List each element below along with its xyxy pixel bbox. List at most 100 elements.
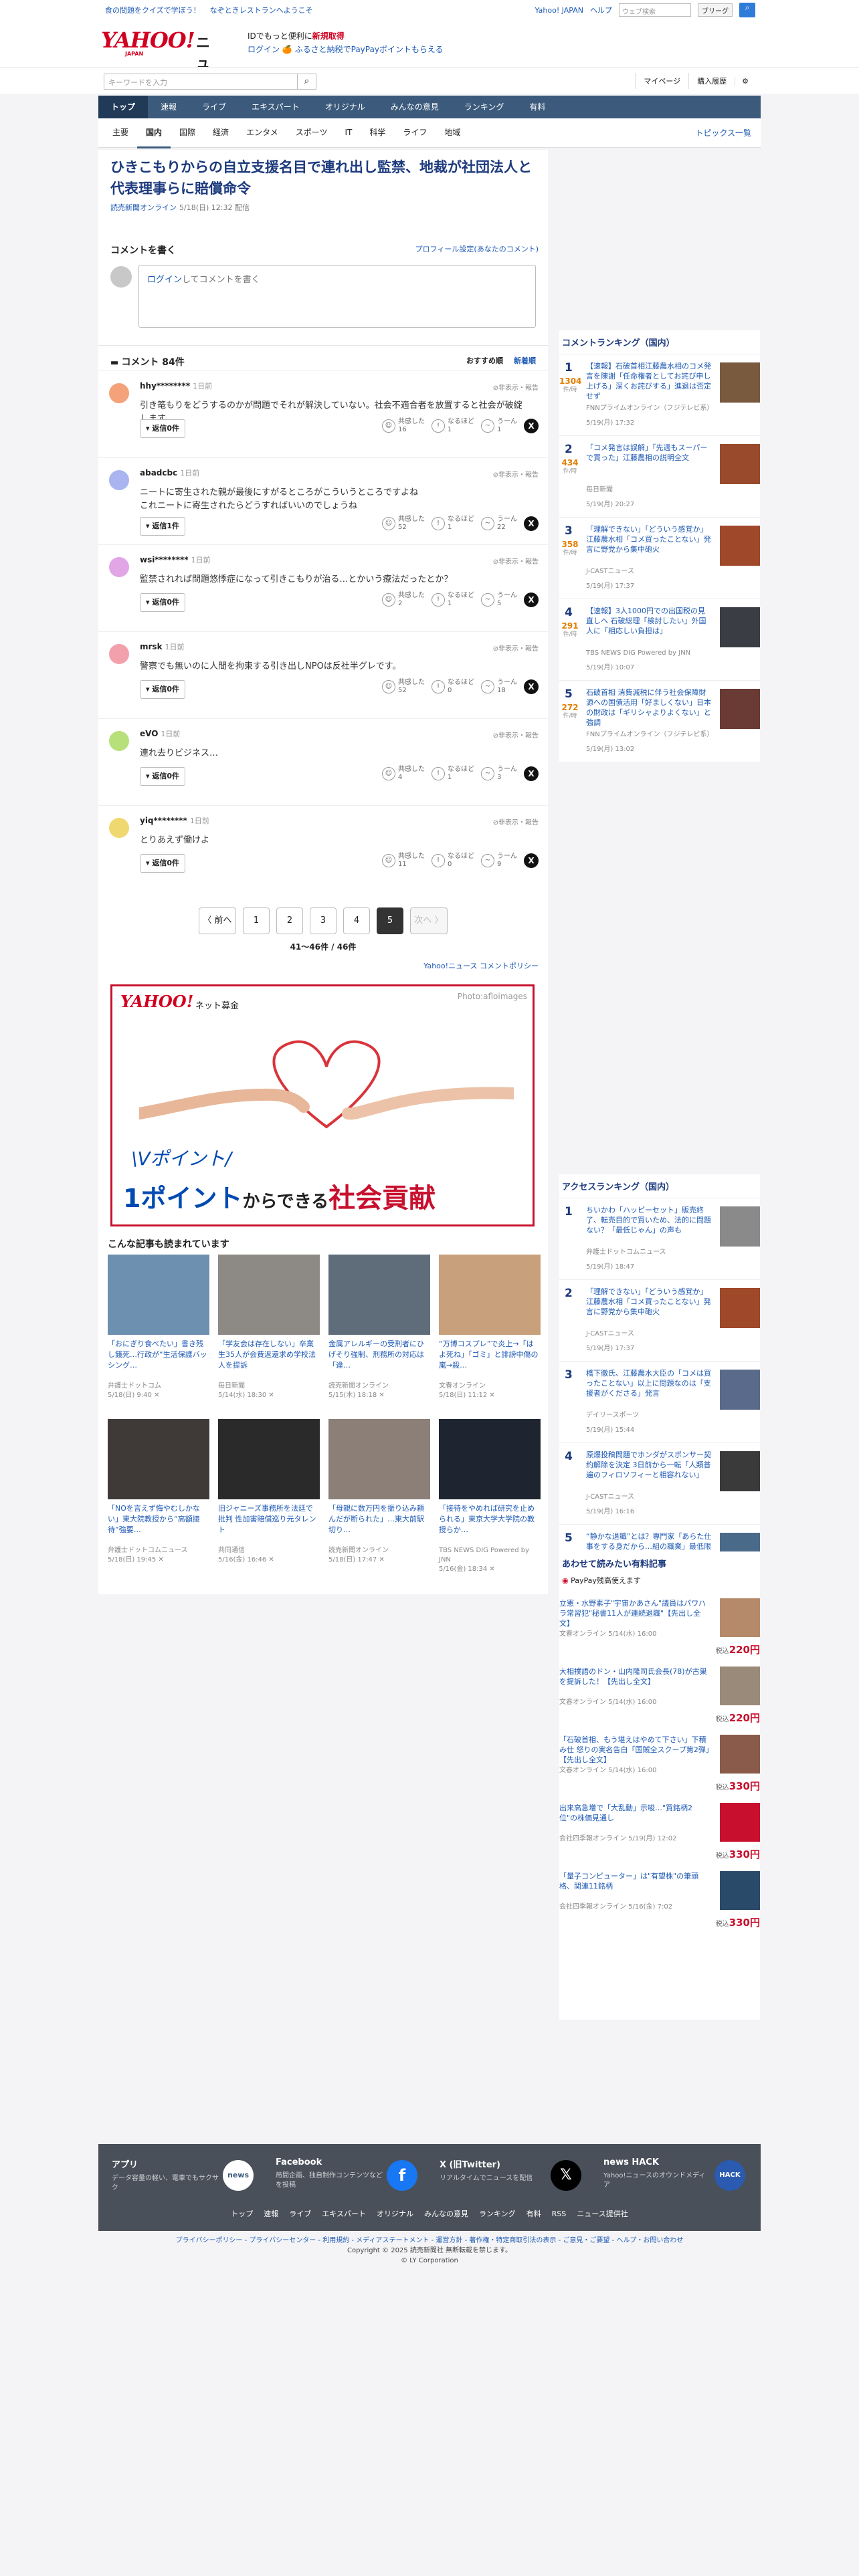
related-card[interactable]: 「学友会は存在しない」卒業生35人が会費返還求め学校法人を提訴 毎日新聞 5/14(… — [218, 1255, 320, 1410]
react-insight-button[interactable]: ! なるほど 1 — [432, 766, 474, 782]
related-card[interactable]: 旧ジャニーズ事務所を法廷で批判 性加害賠償巡り元タレント 共同通信 5/16(金) … — [218, 1419, 320, 1574]
paid-article[interactable]: 「量子コンピューター」は"有望株"の筆頭格、関連11銘柄 会社四季報オンライン 5… — [559, 1871, 760, 1938]
comment-author[interactable]: wsi******** 1日前 — [140, 554, 211, 565]
paid-title[interactable]: 「石破首相、もう堪えはやめて下さい」下積み仕 怒りの実名告白「国賊全スクープ第2… — [559, 1735, 710, 1765]
react-hmm-button[interactable]: ~ うーん 1 — [481, 418, 517, 434]
search-icon[interactable]: ⌕ — [298, 74, 316, 90]
tab-domestic[interactable]: 国内 — [137, 118, 171, 148]
related-title[interactable]: 「学友会は存在しない」卒業生35人が会費返還求め学校法人を提訴 — [218, 1339, 320, 1382]
reply-button[interactable]: ▾ 返信0件 — [140, 593, 186, 612]
ranking-item[interactable]: 2 434 件/時 「コメ発言は誤解」「先週もスーパーで買った」江藤農相の説明全文 毎日… — [559, 435, 760, 517]
nav-original[interactable]: オリジナル — [312, 96, 378, 118]
article-source[interactable]: 読売新聞オンライン — [110, 203, 177, 212]
topics-list-link[interactable]: トピックス一覧 — [695, 127, 751, 138]
report-link[interactable]: ⊘非表示・報告 — [493, 556, 539, 566]
rank-title[interactable]: 【速報】3人1000円での出国税の見直しへ 石破総理「検討したい」外国人に「相応… — [586, 606, 712, 636]
bookmark-search-button[interactable]: ブリーグ — [698, 3, 733, 17]
reply-button[interactable]: ▾ 返信0件 — [140, 767, 186, 786]
comment-author[interactable]: yiq******** 1日前 — [140, 815, 209, 826]
comment-author[interactable]: abadcbc 1日前 — [140, 467, 199, 478]
related-title[interactable]: 「接待をやめれば研究を止められる」東京大学大学院の教授らか… — [439, 1503, 541, 1546]
report-link[interactable]: ⊘非表示・報告 — [493, 469, 539, 479]
web-search-input[interactable]: ウェブ検索 — [619, 3, 691, 17]
paid-article[interactable]: 「石破首相、もう堪えはやめて下さい」下積み仕 怒りの実名告白「国賊全スクープ第2… — [559, 1735, 760, 1802]
report-link[interactable]: ⊘非表示・報告 — [493, 382, 539, 392]
profile-settings-link[interactable]: プロフィール設定(あなたのコメント) — [415, 243, 539, 254]
react-hmm-button[interactable]: ~ うーん 18 — [481, 679, 517, 695]
react-agree-button[interactable]: ☺ 共感した 16 — [382, 418, 425, 434]
page-2-button[interactable]: 2 — [276, 907, 303, 934]
x-share-icon[interactable]: X — [524, 853, 539, 868]
nav-expert[interactable]: エキスパート — [239, 96, 312, 118]
page-4-button[interactable]: 4 — [343, 907, 370, 934]
tab-region[interactable]: 地域 — [436, 118, 469, 148]
legal-links[interactable]: プライバシーポリシー - プライバシーセンター - 利用規約 - メディアステー… — [0, 2236, 859, 2246]
related-title[interactable]: 金属アレルギーの受刑者にひげそり強制、刑務所の対応は「違… — [328, 1339, 430, 1382]
paid-article[interactable]: 出来高急増で「大乱動」示唆…"買銘柄2位"の株価見通し 会社四季報オンライン 5/… — [559, 1803, 760, 1870]
react-hmm-button[interactable]: ~ うーん 3 — [481, 766, 517, 782]
footer-x[interactable]: X (旧Twitter) リアルタイムでニュースを配信 𝕏 — [440, 2157, 587, 2197]
ranking-item[interactable]: 4 291 件/時 【速報】3人1000円での出国税の見直しへ 石破総理「検討したい」… — [559, 599, 760, 680]
promo-link-1[interactable]: 食の問題をクイズで学ぼう！ — [105, 6, 201, 15]
react-agree-button[interactable]: ☺ 共感した 52 — [382, 516, 425, 532]
related-title[interactable]: 「NOを言えず悔やむしかない」東大院教授から“高額接待”強要… — [108, 1503, 209, 1546]
react-insight-button[interactable]: ! なるほど 1 — [432, 592, 474, 608]
comment-author[interactable]: mrsk 1日前 — [140, 641, 185, 652]
footer-nav-item[interactable]: オリジナル — [377, 2210, 413, 2218]
yahoo-news-logo[interactable]: YAHOO! JAPAN ニュース — [101, 28, 210, 111]
nav-opinions[interactable]: みんなの意見 — [378, 96, 452, 118]
promo-link-2[interactable]: なぞときレストランへようこそ — [210, 6, 313, 15]
paid-title[interactable]: 立憲・水野素子"宇宙かあさん"議員はパワハラ常習犯"秘書11人が連続退職"【先出… — [559, 1598, 710, 1628]
related-card[interactable]: 金属アレルギーの受刑者にひげそり強制、刑務所の対応は「違… 読売新聞オンライン 5/… — [328, 1255, 430, 1410]
related-card[interactable]: 「接待をやめれば研究を止められる」東京大学大学院の教授らか… TBS NEWS D… — [439, 1419, 541, 1574]
react-insight-button[interactable]: ! なるほど 0 — [432, 679, 474, 695]
react-insight-button[interactable]: ! なるほど 1 — [432, 418, 474, 434]
react-agree-button[interactable]: ☺ 共感した 52 — [382, 679, 425, 695]
related-card[interactable]: “万博コスプレ”で炎上→「はよ死ね」「ゴミ」と誹謗中傷の嵐→殺… 文春オンライン 5… — [439, 1255, 541, 1410]
report-link[interactable]: ⊘非表示・報告 — [493, 643, 539, 653]
ranking-item[interactable]: 1 1304 件/時 【速報】石破首相江藤農水相のコメ発言を陳謝「任命権者としてお詫び… — [559, 354, 760, 435]
reply-button[interactable]: ▾ 返信0件 — [140, 854, 186, 873]
gear-icon[interactable]: ⚙ — [735, 76, 755, 86]
react-agree-button[interactable]: ☺ 共感した 2 — [382, 592, 425, 608]
mypage-link[interactable]: マイページ — [635, 73, 688, 89]
register-link[interactable]: 新規取得 — [312, 31, 345, 41]
tab-it[interactable]: IT — [336, 118, 361, 148]
footer-nav-item[interactable]: トップ — [231, 2210, 253, 2218]
related-card[interactable]: 「おにぎり食べたい」書き残し餓死…行政が“生活保護バッシング… 弁護士ドットコム 5… — [108, 1255, 209, 1410]
rank-title[interactable]: 石破首相 消費減税に伴う社会保障財源への国債活用「好ましくない」日本の財政は「ギ… — [586, 687, 712, 728]
x-share-icon[interactable]: X — [524, 593, 539, 607]
footer-nav-item[interactable]: 有料 — [527, 2210, 541, 2218]
nav-top[interactable]: トップ — [98, 96, 149, 118]
reply-button[interactable]: ▾ 返信0件 — [140, 680, 186, 699]
tab-sports[interactable]: スポーツ — [287, 118, 337, 148]
tab-life[interactable]: ライフ — [394, 118, 436, 148]
nav-ranking[interactable]: ランキング — [452, 96, 517, 118]
react-insight-button[interactable]: ! なるほど 0 — [432, 853, 474, 869]
yahoo-japan-link[interactable]: Yahoo! JAPAN — [535, 6, 583, 15]
nav-breaking[interactable]: 速報 — [148, 96, 189, 118]
rank-title[interactable]: 「コメ発言は誤解」「先週もスーパーで買った」江藤農相の説明全文 — [586, 443, 712, 463]
footer-app[interactable]: アプリ データ容量の軽い、電車でもサクサク news — [112, 2157, 259, 2197]
paid-title[interactable]: 「量子コンピューター」は"有望株"の筆頭格、関連11銘柄 — [559, 1871, 710, 1891]
search-icon[interactable]: ⌕ — [739, 3, 755, 17]
page-1-button[interactable]: 1 — [243, 907, 270, 934]
rank-title[interactable]: 原爆投稿問題でホンダがスポンサー契約解除を決定 3日前から一転「人類普遍のフィロ… — [586, 1450, 712, 1480]
react-hmm-button[interactable]: ~ うーん 5 — [481, 592, 517, 608]
purchase-history-link[interactable]: 購入履歴 — [688, 73, 735, 89]
x-share-icon[interactable]: X — [524, 766, 539, 781]
paid-article[interactable]: 立憲・水野素子"宇宙かあさん"議員はパワハラ常習犯"秘書11人が連続退職"【先出… — [559, 1598, 760, 1665]
keyword-search-input[interactable]: キーワードを入力 — [104, 74, 298, 90]
sort-recommended[interactable]: おすすめ順 — [466, 356, 503, 365]
related-title[interactable]: “万博コスプレ”で炎上→「はよ死ね」「ゴミ」と誹謗中傷の嵐→殺… — [439, 1339, 541, 1382]
report-link[interactable]: ⊘非表示・報告 — [493, 730, 539, 740]
sort-newest[interactable]: 新着順 — [514, 356, 536, 365]
paid-title[interactable]: 大相撲語のドン・山内隆司氏会長(78)が古巣を提訴した！【先出し全文】 — [559, 1667, 710, 1687]
x-share-icon[interactable]: X — [524, 419, 539, 433]
footer-facebook[interactable]: Facebook 局間企画、独自制作コンテンツなどを投稿 f — [276, 2157, 423, 2197]
related-title[interactable]: 旧ジャニーズ事務所を法廷で批判 性加害賠償巡り元タレント — [218, 1503, 320, 1546]
tab-economy[interactable]: 経済 — [204, 118, 237, 148]
rank-title[interactable]: 「理解できない」「どういう感覚か」江藤農水相「コメ買ったことない」発言に野党から… — [586, 524, 712, 554]
tab-international[interactable]: 国際 — [171, 118, 204, 148]
footer-nav-item[interactable]: ニュース提供社 — [577, 2210, 628, 2218]
